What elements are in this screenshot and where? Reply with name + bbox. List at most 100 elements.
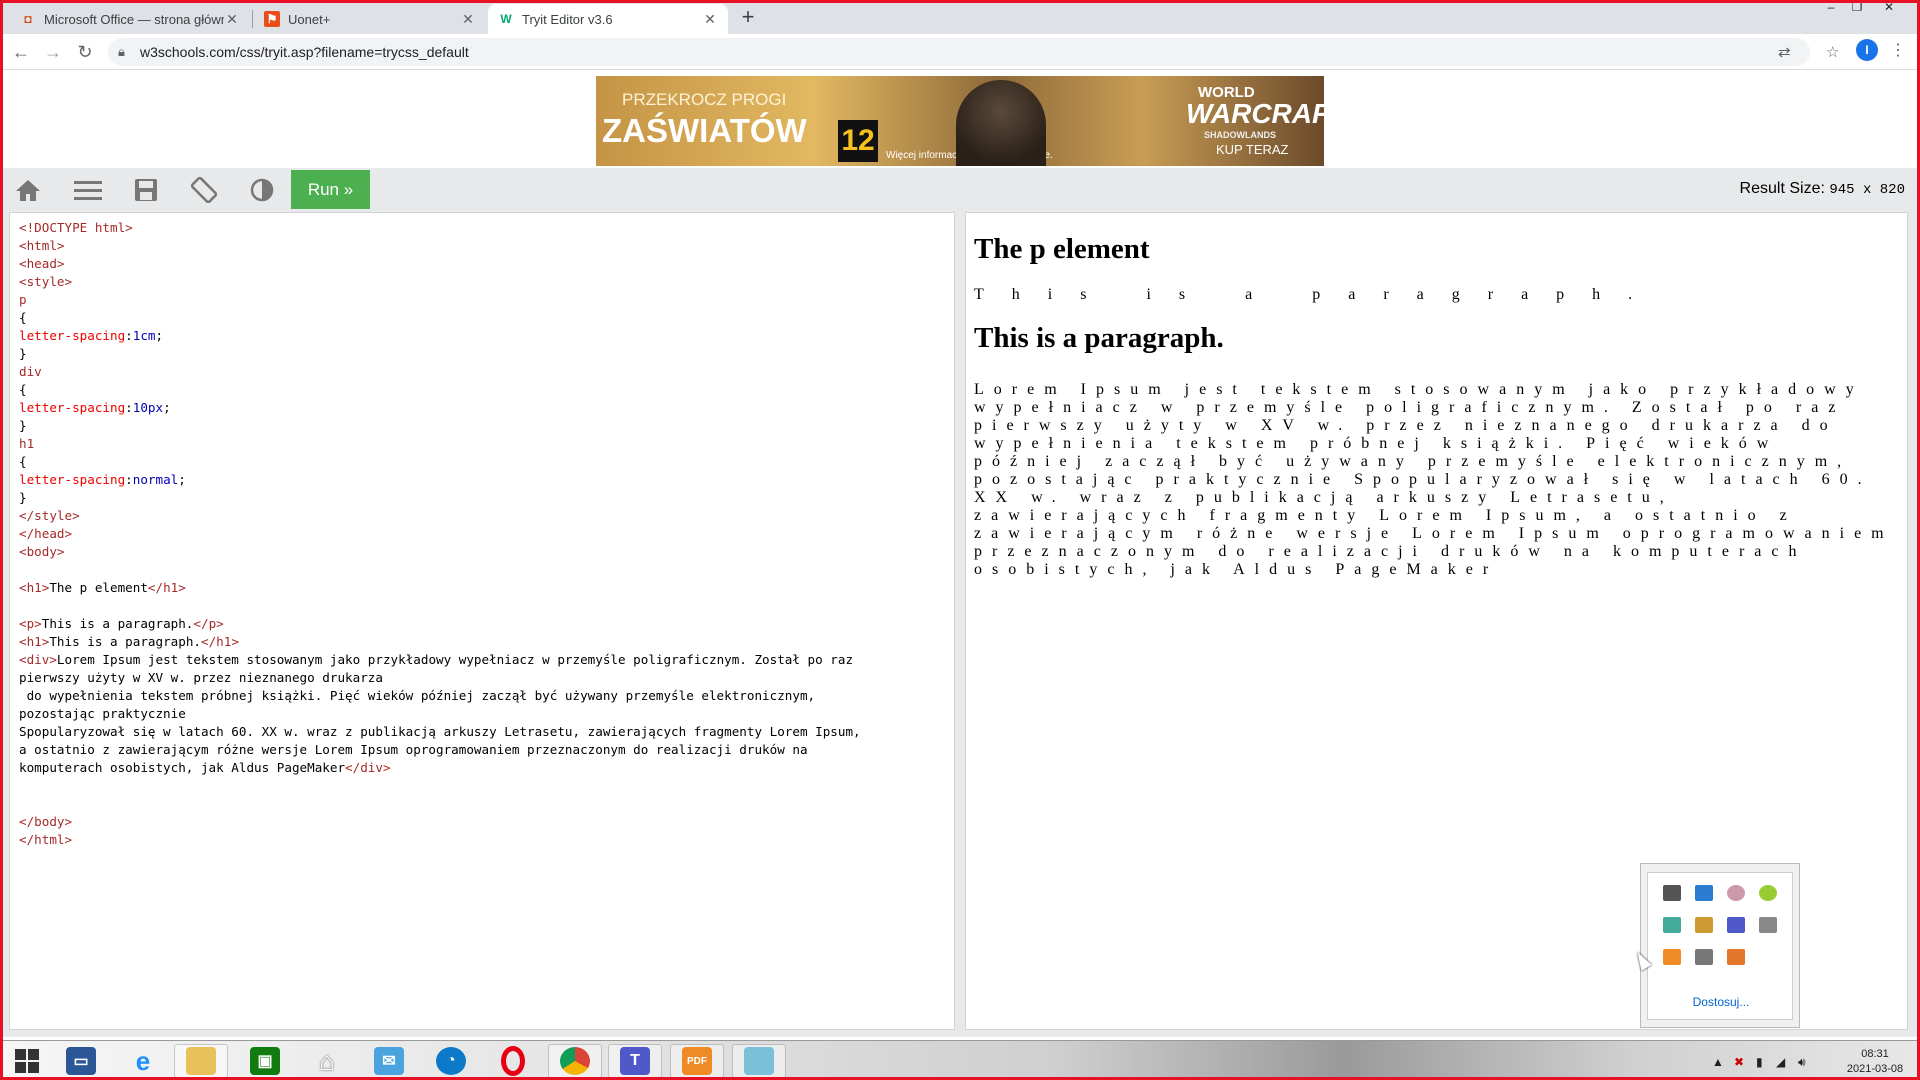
device-icon[interactable] — [1759, 917, 1777, 933]
volume-icon[interactable]: 🔊︎ — [1798, 1055, 1806, 1070]
code-line: } — [19, 490, 27, 505]
new-tab-button[interactable]: + — [736, 6, 760, 30]
code-line: <head> — [19, 256, 65, 271]
ad-cta[interactable]: KUP TERAZ — [1216, 142, 1288, 157]
clock-date: 2021-03-08 — [1846, 1063, 1904, 1075]
code-line: letter-spacing:10px; — [19, 400, 171, 415]
chrome-icon — [560, 1047, 590, 1075]
run-button[interactable]: Run » — [291, 170, 370, 209]
uonet-icon: ⚑ — [264, 11, 280, 27]
clock[interactable]: 08:31 2021-03-08 — [1842, 1047, 1908, 1077]
taskbar-chrome[interactable] — [548, 1044, 602, 1078]
code-line: </style> — [19, 508, 80, 523]
back-arrow-icon[interactable]: ← — [8, 40, 34, 64]
close-tab-icon[interactable]: ✕ — [460, 11, 476, 28]
code-line: h1 — [19, 436, 35, 451]
customize-link[interactable]: Dostosuj... — [1648, 995, 1794, 1009]
security-check-icon[interactable] — [1663, 917, 1681, 933]
tryit-toolbar: Run » Result Size: 945 x 820 — [3, 168, 1917, 211]
tab-title: Tryit Editor v3.6 — [522, 11, 613, 27]
home-icon[interactable] — [13, 177, 43, 203]
restore-icon[interactable]: ❐ — [1842, 0, 1872, 20]
ad-headline-small: PRZEKROCZ PROGI — [622, 90, 787, 109]
taskbar-edge[interactable]: ◔ — [424, 1044, 478, 1078]
teams-icon[interactable] — [1727, 917, 1745, 933]
printer-icon[interactable] — [1695, 949, 1713, 965]
tray-icons-panel: Dostosuj... — [1647, 872, 1793, 1020]
taskbar-home[interactable]: ⌂ — [300, 1044, 354, 1078]
network-icon[interactable]: ✖ — [1734, 1055, 1744, 1069]
monitor-icon[interactable] — [1663, 885, 1681, 901]
taskbar-mail[interactable]: ✉ — [362, 1044, 416, 1078]
taskbar-teams[interactable]: T — [608, 1044, 662, 1078]
taskbar-ie[interactable]: e — [116, 1044, 170, 1078]
taskbar-lenovo[interactable]: ▭ — [54, 1044, 108, 1078]
code-text[interactable]: <!DOCTYPE html> <html> <head> <style> p … — [19, 219, 954, 849]
browser-menu-icon[interactable]: ⋮ — [1890, 40, 1906, 60]
tab-office[interactable]: ◘ Microsoft Office — strona główna ✕ — [10, 4, 250, 34]
taskbar-opera[interactable] — [486, 1044, 540, 1078]
tab-strip: ◘ Microsoft Office — strona główna ✕ ⚑ U… — [0, 0, 1920, 34]
network-app-icon[interactable] — [1695, 885, 1713, 901]
ad-headline-big: ZAŚWIATÓW — [602, 112, 807, 149]
result-div-text: Lorem Ipsum jest tekstem stosowanym jako… — [974, 381, 1894, 578]
show-hidden-icons[interactable]: ▲ — [1712, 1055, 1724, 1069]
w3schools-icon: W — [500, 12, 512, 26]
code-line: div — [19, 364, 42, 379]
taskbar: ▭ e ▣ ⌂ ✉ ◔ T PDF ▲ ✖ ▮ ◢ 🔊︎ 08:31 2021-… — [0, 1040, 1920, 1080]
code-line: <div>Lorem Ipsum jest tekstem stosowanym… — [19, 652, 854, 667]
code-line: { — [19, 310, 27, 325]
code-editor[interactable]: <!DOCTYPE html> <html> <head> <style> p … — [9, 212, 955, 1030]
url-text: w3schools.com/css/tryit.asp?filename=try… — [140, 44, 469, 60]
office-icon: ◘ — [24, 12, 32, 26]
store-icon: ▣ — [250, 1047, 280, 1075]
close-tab-icon[interactable]: ✕ — [224, 11, 240, 28]
tab-uonet[interactable]: ⚑ Uonet+ ✕ — [254, 4, 486, 34]
browser-toolbar: ← → ↻ 🔒︎ w3schools.com/css/tryit.asp?fil… — [0, 34, 1920, 70]
ad-logo-sub: SHADOWLANDS — [1204, 130, 1276, 140]
folder-icon — [186, 1047, 216, 1075]
close-window-icon[interactable]: ✕ — [1874, 0, 1904, 20]
office-tray-icon[interactable] — [1727, 949, 1745, 965]
taskbar-explorer[interactable] — [174, 1044, 228, 1078]
pegi-rating-badge: 12 — [838, 120, 878, 162]
rotate-layout-icon[interactable] — [189, 177, 219, 203]
update-icon[interactable] — [1759, 885, 1777, 901]
package-icon[interactable] — [1695, 917, 1713, 933]
profile-avatar[interactable]: I — [1856, 39, 1878, 61]
start-button[interactable] — [0, 1044, 54, 1078]
taskbar-pdf[interactable]: PDF — [670, 1044, 724, 1078]
taskbar-store[interactable]: ▣ — [238, 1044, 292, 1078]
code-line: letter-spacing:normal; — [19, 472, 186, 487]
address-bar[interactable]: 🔒︎ w3schools.com/css/tryit.asp?filename=… — [108, 38, 1839, 66]
code-line: <body> — [19, 544, 65, 559]
battery-icon[interactable]: ▮ — [1756, 1055, 1763, 1069]
code-line: <html> — [19, 238, 65, 253]
monitor-app-icon: ▭ — [66, 1047, 96, 1075]
bookmark-star-icon[interactable]: ☆ — [1826, 43, 1839, 61]
code-line: do wypełnienia tekstem próbnej książki. … — [26, 688, 816, 703]
code-line: <!DOCTYPE html> — [19, 220, 133, 235]
mail-icon: ✉ — [374, 1047, 404, 1075]
reload-icon[interactable]: ↻ — [72, 40, 98, 64]
code-line: pozostając praktycznie — [19, 706, 186, 721]
menu-icon[interactable] — [73, 177, 103, 203]
notes-icon — [744, 1047, 774, 1075]
code-line: </html> — [19, 832, 73, 847]
ad-banner[interactable]: PRZEKROCZ PROGI ZAŚWIATÓW 12 Więcej info… — [596, 76, 1324, 166]
dark-mode-icon[interactable] — [247, 177, 277, 203]
sync-icon[interactable] — [1663, 949, 1681, 965]
lock-icon[interactable]: 🔒︎ — [118, 44, 125, 60]
forward-arrow-icon[interactable]: → — [40, 40, 66, 64]
translate-icon[interactable]: ⇄ — [1778, 43, 1791, 61]
taskbar-notes[interactable] — [732, 1044, 786, 1078]
tab-separator — [252, 10, 253, 28]
code-line: } — [19, 418, 27, 433]
save-icon[interactable] — [131, 177, 161, 203]
code-line: <h1>The p element</h1> — [19, 580, 186, 595]
tab-tryit-editor[interactable]: W Tryit Editor v3.6 ✕ — [488, 4, 728, 34]
code-line: p — [19, 292, 27, 307]
paint-icon[interactable] — [1727, 885, 1745, 901]
wifi-icon[interactable]: ◢ — [1776, 1055, 1785, 1069]
close-tab-icon[interactable]: ✕ — [702, 11, 718, 28]
